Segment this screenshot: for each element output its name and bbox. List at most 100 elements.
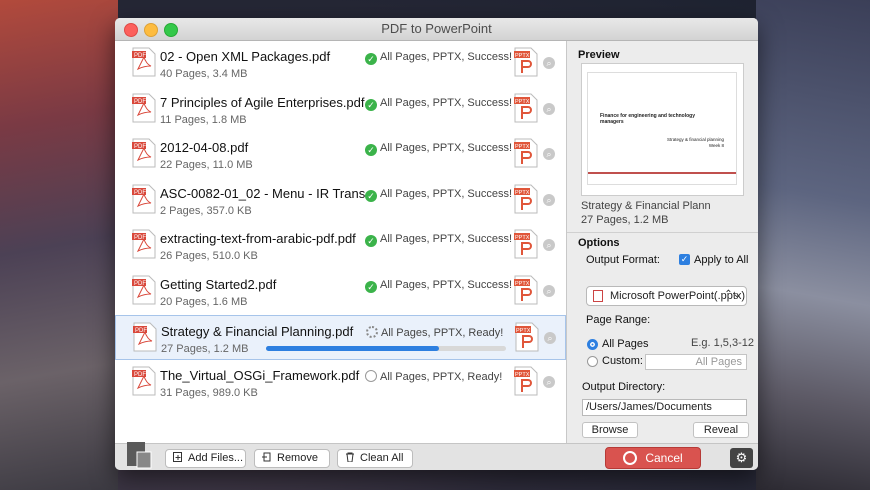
add-files-button[interactable]: Add Files... [165,449,246,468]
file-name: extracting-text-from-arabic-pdf.pdf [160,231,356,247]
success-check-icon: ✓ [365,53,377,65]
remove-label: Remove [277,452,318,464]
magnifier-icon[interactable]: ⌕ [543,284,555,297]
magnifier-icon[interactable]: ⌕ [543,239,555,252]
all-pages-radio[interactable] [587,339,598,350]
pptx-file-icon[interactable]: PPTX [514,138,538,168]
success-check-icon: ✓ [365,144,377,157]
file-row[interactable]: PDF 2012-04-08.pdf 22 Pages, 11.0 MB ✓ Al… [115,132,566,178]
minimize-window-button[interactable] [144,23,158,37]
pptx-icon-label: PPTX [515,144,530,150]
pptx-file-icon[interactable]: PPTX [514,93,538,123]
all-pages-label[interactable]: All Pages [602,338,648,350]
preview-heading: Preview [578,49,620,61]
conversion-status: ✓ All Pages, PPTX, Success! [365,279,512,293]
pdf-file-icon: PDF [132,229,156,259]
file-row[interactable]: PDF 02 - Open XML Packages.pdf 40 Pages,… [115,41,566,87]
output-format-select[interactable]: Microsoft PowerPoint(.pptx) ⌃⌄ [586,286,747,306]
title-bar[interactable]: PDF to PowerPoint [115,18,758,41]
magnifier-icon[interactable]: ⌕ [544,331,556,344]
preview-thumbnail: Finance for engineering and technology m… [581,63,744,196]
settings-gear-button[interactable]: ⚙ [730,448,753,468]
file-name: 7 Principles of Agile Enterprises.pdf [160,94,365,110]
clean-all-button[interactable]: Clean All [337,449,413,468]
pptx-icon-label: PPTX [515,99,530,105]
output-directory-label: Output Directory: [582,381,666,393]
pdf-file-icon: PDF [132,184,156,214]
file-meta: 40 Pages, 3.4 MB [160,68,248,80]
apply-to-all-checkbox[interactable]: ✓ [679,254,690,265]
file-row[interactable]: PDF ASC-0082-01_02 - Menu - IR Trans... … [115,178,566,224]
slide-title: Finance for engineering and technology m… [600,113,696,125]
pptx-file-icon[interactable]: PPTX [514,47,538,77]
remove-file-icon [262,452,271,462]
conversion-status: ✓ All Pages, PPTX, Success! [365,142,512,157]
custom-range-input[interactable]: All Pages [645,354,747,370]
magnifier-icon[interactable]: ⌕ [543,57,555,69]
file-row[interactable]: PDF extracting-text-from-arabic-pdf.pdf … [115,223,566,269]
status-text: All Pages, PPTX, Success! [380,187,513,200]
pptx-icon-label: PPTX [515,281,530,287]
trash-icon [346,452,354,462]
pptx-file-icon[interactable]: PPTX [514,366,538,396]
pptx-icon-label: PPTX [515,190,530,196]
pptx-file-icon[interactable]: PPTX [514,229,538,259]
file-list[interactable]: PDF 02 - Open XML Packages.pdf 40 Pages,… [115,41,567,443]
progress-fill [266,345,439,351]
cancel-button[interactable]: Cancel [605,447,701,469]
app-window: PDF to PowerPoint PDF 02 - Open XML Pack… [115,18,758,470]
pptx-file-icon[interactable]: PPTX [515,322,539,352]
conversion-status: ✓ All Pages, PPTX, Success! [365,188,512,202]
magnifier-icon[interactable]: ⌕ [543,102,555,115]
slide-accent-bar [588,172,736,174]
status-text: All Pages, PPTX, Success! [380,233,513,246]
pending-clock-icon [365,370,377,383]
conversion-status: All Pages, PPTX, Ready! [365,370,503,383]
chevron-updown-icon: ⌃⌄ [724,289,741,300]
file-row[interactable]: PDF Getting Started2.pdf 20 Pages, 1.6 M… [115,269,566,315]
status-text: All Pages, PPTX, Success! [380,51,513,63]
file-name: ASC-0082-01_02 - Menu - IR Trans... [160,185,377,201]
file-meta: 22 Pages, 11.0 MB [160,159,253,172]
conversion-status: ✓ All Pages, PPTX, Success! [365,233,512,248]
pdf-file-icon: PDF [132,138,156,168]
panel-divider [567,232,758,233]
file-name: The_Virtual_OSGi_Framework.pdf [160,368,360,384]
custom-range-label[interactable]: Custom: [602,355,643,367]
pptx-file-icon[interactable]: PPTX [514,275,538,305]
options-panel: Preview Finance for engineering and tech… [567,41,758,443]
window-title: PDF to PowerPoint [381,21,492,36]
conversion-progress-bar [266,345,506,351]
browse-button[interactable]: Browse [582,422,638,438]
zoom-window-button[interactable] [164,23,178,37]
output-format-label: Output Format: [586,254,660,266]
file-name: Strategy & Financial Planning.pdf [161,323,354,339]
file-row[interactable]: PDF The_Virtual_OSGi_Framework.pdf 31 Pa… [115,360,566,406]
pptx-icon-label: PPTX [515,235,530,241]
remove-button[interactable]: Remove [254,449,330,468]
app-logo-icon [127,442,152,469]
reveal-button[interactable]: Reveal [693,422,749,438]
stop-icon [623,451,638,465]
page-range-label: Page Range: [586,314,651,326]
file-name: 02 - Open XML Packages.pdf [160,49,331,64]
custom-range-radio[interactable] [587,356,598,367]
success-check-icon: ✓ [365,280,377,293]
pptx-file-icon[interactable]: PPTX [514,184,538,214]
magnifier-icon[interactable]: ⌕ [543,376,555,389]
slide-subtitle-block: Strategy & financial planning Week 8 [667,137,724,149]
preview-file-name: Strategy & Financial Plann [581,200,711,212]
file-row[interactable]: PDF 7 Principles of Agile Enterprises.pd… [115,87,566,133]
spinner-icon [366,325,378,338]
status-text: All Pages, PPTX, Ready! [381,326,504,339]
apply-to-all-label[interactable]: Apply to All [694,254,748,266]
pdf-file-icon: PDF [132,93,156,123]
success-check-icon: ✓ [365,98,377,111]
file-row[interactable]: PDF Strategy & Financial Planning.pdf 27… [115,314,566,361]
magnifier-icon[interactable]: ⌕ [543,193,555,206]
output-directory-input[interactable]: /Users/James/Documents [582,399,747,416]
gear-icon: ⚙ [735,450,748,465]
magnifier-icon[interactable]: ⌕ [543,148,555,161]
close-window-button[interactable] [124,23,138,37]
desktop-wallpaper-right [756,0,870,490]
